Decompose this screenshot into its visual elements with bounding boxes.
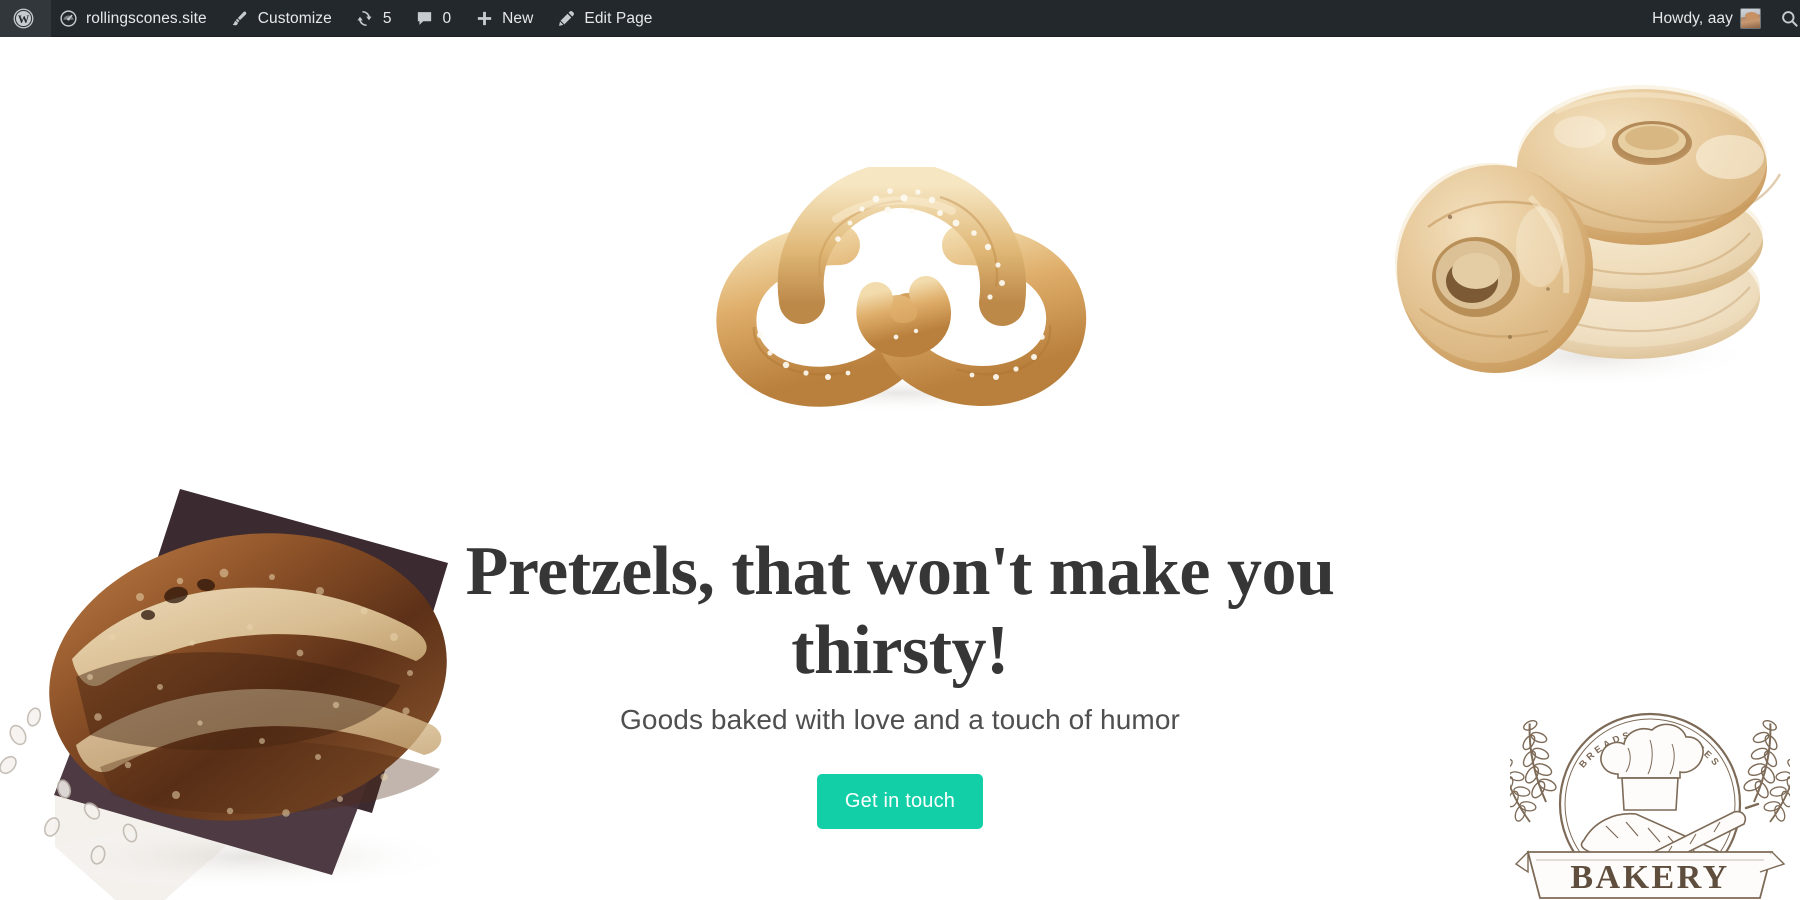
- edit-page-label: Edit Page: [584, 9, 653, 27]
- search-icon: [1778, 8, 1800, 30]
- hero-copy: Pretzels, that won't make you thirsty! G…: [0, 532, 1800, 830]
- wp-admin-bar: W rollingscones.site Customize 5 0 New E…: [0, 0, 1800, 37]
- dashboard-icon: [57, 8, 79, 30]
- admin-bar-left-group: W rollingscones.site Customize 5 0 New E…: [0, 0, 664, 37]
- admin-bar-right-group: Howdy, aay: [1641, 0, 1800, 36]
- paintbrush-icon: [229, 8, 251, 30]
- plus-icon: [473, 8, 495, 30]
- new-content-label: New: [502, 9, 534, 27]
- search-button[interactable]: [1772, 0, 1800, 37]
- customize-label: Customize: [257, 9, 332, 27]
- site-name-button[interactable]: rollingscones.site: [51, 0, 218, 37]
- pencil-icon: [555, 8, 577, 30]
- edit-page-button[interactable]: Edit Page: [544, 0, 663, 37]
- my-account-button[interactable]: Howdy, aay: [1641, 0, 1772, 37]
- bagels-image: [1380, 37, 1800, 397]
- comments-count: 0: [442, 9, 452, 27]
- site-name-label: rollingscones.site: [86, 9, 207, 27]
- avatar: [1740, 8, 1761, 29]
- bakery-logo-banner-text: BAKERY: [1570, 859, 1729, 896]
- update-arrows-icon: [354, 8, 376, 30]
- svg-text:W: W: [17, 14, 29, 26]
- customize-button[interactable]: Customize: [218, 0, 343, 37]
- wordpress-logo-button[interactable]: W: [0, 0, 51, 37]
- hero-section: BREADS & PASTRIES: [0, 37, 1800, 900]
- pretzel-image: [690, 167, 1110, 417]
- howdy-label: Howdy, aay: [1652, 9, 1733, 27]
- hero-subtitle: Goods baked with love and a touch of hum…: [620, 704, 1180, 736]
- new-content-button[interactable]: New: [462, 0, 544, 37]
- comment-bubble-icon: [413, 8, 435, 30]
- wordpress-icon: W: [12, 8, 34, 30]
- updates-count: 5: [382, 9, 392, 27]
- updates-button[interactable]: 5: [343, 0, 403, 37]
- page-title: Pretzels, that won't make you thirsty!: [465, 533, 1335, 690]
- get-in-touch-button[interactable]: Get in touch: [816, 774, 984, 830]
- hero-cta-wrapper: Get in touch: [0, 774, 1800, 830]
- comments-button[interactable]: 0: [402, 0, 462, 37]
